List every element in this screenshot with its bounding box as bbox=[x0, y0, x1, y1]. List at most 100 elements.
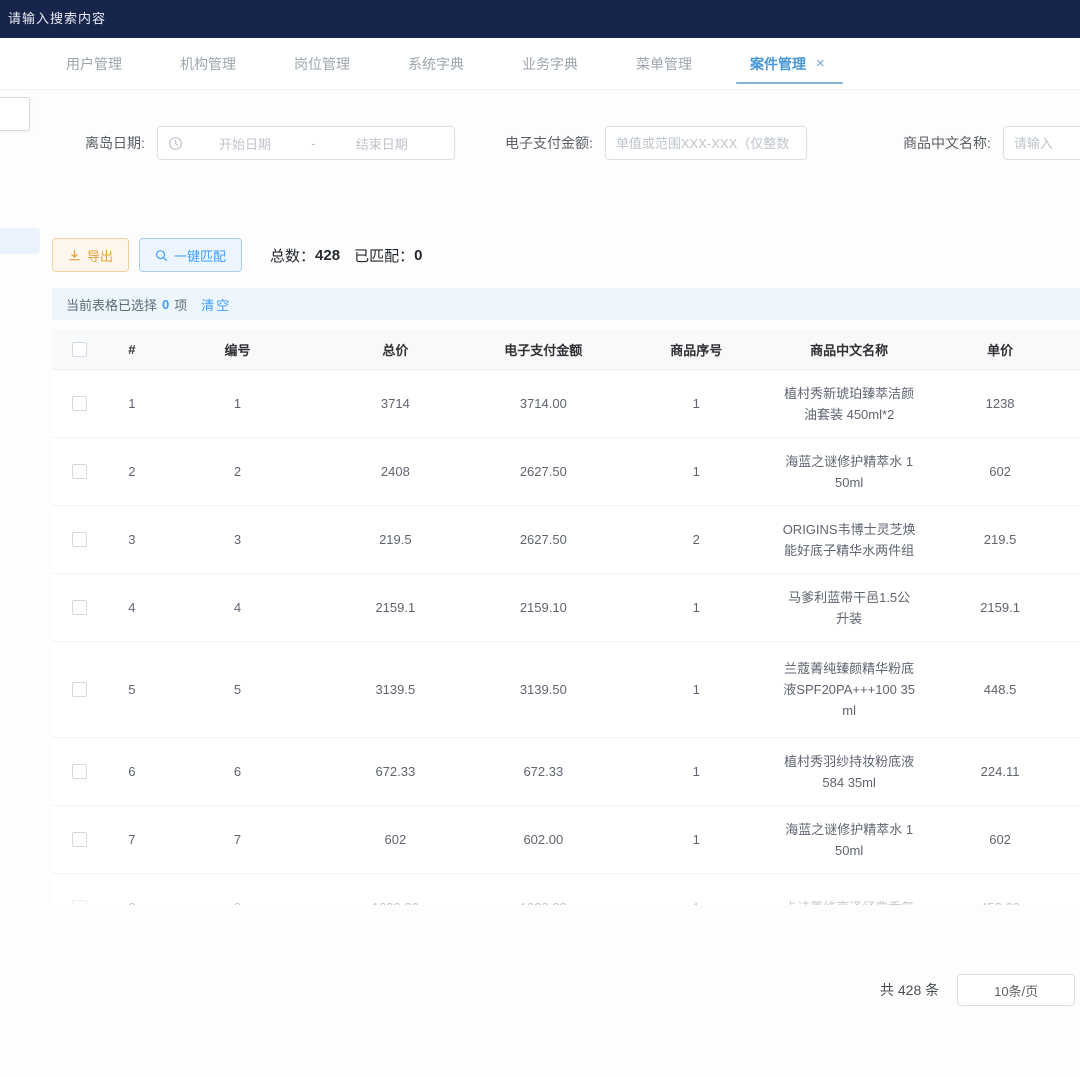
results-table: #编号总价电子支付金额商品序号商品中文名称单价 1137143714.001植村… bbox=[52, 330, 1080, 905]
cell-unit: 453.33 bbox=[920, 887, 1080, 905]
column-header-unit: 单价 bbox=[920, 340, 1080, 359]
tab-6[interactable]: 案件管理× bbox=[744, 38, 831, 90]
match-stats: 总数： 428 已匹配： 0 bbox=[270, 245, 422, 266]
end-date-placeholder[interactable]: 结束日期 bbox=[320, 134, 444, 153]
filter-row: 离岛日期: 开始日期 - 结束日期 电子支付金额: 商品中文名称: bbox=[0, 126, 1080, 166]
cell-seq: 1 bbox=[614, 887, 778, 905]
table-row: 33219.52627.502ORIGINS韦博士灵芝焕能好底子精华水两件组21… bbox=[52, 506, 1080, 574]
cell-seq: 1 bbox=[614, 751, 778, 792]
table-header-row: #编号总价电子支付金额商品序号商品中文名称单价 bbox=[52, 330, 1080, 370]
cell-unit: 219.5 bbox=[920, 519, 1080, 560]
cell-name: 海蓝之谜修护精萃水 150ml bbox=[778, 809, 920, 871]
export-button-label: 导出 bbox=[87, 246, 113, 265]
amount-filter-label: 电子支付金额: bbox=[505, 133, 593, 153]
cell-idx: 4 bbox=[107, 587, 156, 628]
cell-name: 马爹利蓝带干邑1.5公升装 bbox=[778, 577, 920, 639]
tab-label: 系统字典 bbox=[408, 54, 464, 74]
cell-idx: 8 bbox=[107, 887, 156, 905]
toolbar: 导出 一键匹配 总数： 428 已匹配： 0 bbox=[52, 238, 422, 272]
row-checkbox-cell bbox=[52, 764, 107, 779]
cell-unit: 448.5 bbox=[920, 669, 1080, 710]
cell-name: 海蓝之谜修护精萃水 150ml bbox=[778, 441, 920, 503]
cell-code: 4 bbox=[157, 587, 319, 628]
selection-prefix: 当前表格已选择 bbox=[66, 295, 157, 314]
clear-selection-link[interactable]: 清空 bbox=[201, 295, 231, 314]
row-checkbox[interactable] bbox=[72, 396, 87, 411]
cell-unit: 1238 bbox=[920, 383, 1080, 424]
cell-seq: 2 bbox=[614, 519, 778, 560]
date-separator: - bbox=[307, 136, 319, 151]
matched-value: 0 bbox=[414, 247, 422, 264]
cell-idx: 5 bbox=[107, 669, 156, 710]
cell-code: 5 bbox=[157, 669, 319, 710]
tab-0[interactable]: 用户管理 bbox=[60, 38, 128, 90]
cell-total: 3139.5 bbox=[318, 669, 472, 710]
clock-icon bbox=[168, 136, 183, 151]
column-header-seq: 商品序号 bbox=[614, 340, 778, 359]
table-row: 553139.53139.501兰蔻菁纯臻颜精华粉底液SPF20PA+++100… bbox=[52, 642, 1080, 738]
amount-input[interactable] bbox=[605, 126, 807, 160]
cell-name: 植村秀新琥珀臻萃洁颜油套装 450ml*2 bbox=[778, 373, 920, 435]
top-header-bar: 请输入搜索内容 bbox=[0, 0, 1080, 38]
select-all-checkbox[interactable] bbox=[72, 342, 87, 357]
tab-1[interactable]: 机构管理 bbox=[174, 38, 242, 90]
column-header-total: 总价 bbox=[318, 340, 472, 359]
tab-3[interactable]: 系统字典 bbox=[402, 38, 470, 90]
cell-epay: 3139.50 bbox=[472, 669, 614, 710]
match-button-label: 一键匹配 bbox=[174, 246, 226, 265]
product-name-filter-label: 商品中文名称: bbox=[903, 133, 991, 153]
clipped-left-highlight bbox=[0, 228, 40, 254]
cell-idx: 7 bbox=[107, 819, 156, 860]
cell-unit: 602 bbox=[920, 451, 1080, 492]
row-checkbox[interactable] bbox=[72, 682, 87, 697]
tab-close-icon[interactable]: × bbox=[816, 55, 825, 72]
cell-total: 2159.1 bbox=[318, 587, 472, 628]
cell-unit: 224.11 bbox=[920, 751, 1080, 792]
cell-epay: 1333.33 bbox=[472, 887, 614, 905]
row-checkbox-cell bbox=[52, 600, 107, 615]
row-checkbox-cell bbox=[52, 900, 107, 905]
tab-label: 用户管理 bbox=[66, 54, 122, 74]
header-checkbox-cell bbox=[52, 342, 107, 357]
tab-5[interactable]: 菜单管理 bbox=[630, 38, 698, 90]
row-checkbox[interactable] bbox=[72, 600, 87, 615]
row-checkbox[interactable] bbox=[72, 764, 87, 779]
pagination-total: 共 428 条 bbox=[880, 980, 939, 1000]
cell-epay: 672.33 bbox=[472, 751, 614, 792]
cell-idx: 2 bbox=[107, 451, 156, 492]
column-header-epay: 电子支付金额 bbox=[472, 340, 614, 359]
tab-label: 机构管理 bbox=[180, 54, 236, 74]
row-checkbox[interactable] bbox=[72, 532, 87, 547]
row-checkbox[interactable] bbox=[72, 464, 87, 479]
cell-epay: 2159.10 bbox=[472, 587, 614, 628]
table-row: 77602602.001海蓝之谜修护精萃水 150ml602 bbox=[52, 806, 1080, 874]
row-checkbox[interactable] bbox=[72, 900, 87, 905]
export-button[interactable]: 导出 bbox=[52, 238, 129, 272]
cell-code: 1 bbox=[157, 383, 319, 424]
matched-label: 已匹配： bbox=[354, 245, 414, 266]
table-row: 442159.12159.101马爹利蓝带干邑1.5公升装2159.1 bbox=[52, 574, 1080, 642]
cell-unit: 2159.1 bbox=[920, 587, 1080, 628]
tab-4[interactable]: 业务字典 bbox=[516, 38, 584, 90]
table-row: 66672.33672.331植村秀羽纱持妆粉底液 584 35ml224.11 bbox=[52, 738, 1080, 806]
cell-total: 1333.33 bbox=[318, 887, 472, 905]
product-name-input[interactable] bbox=[1003, 126, 1080, 160]
cell-total: 219.5 bbox=[318, 519, 472, 560]
cell-seq: 1 bbox=[614, 669, 778, 710]
date-range-picker[interactable]: 开始日期 - 结束日期 bbox=[157, 126, 455, 160]
tab-2[interactable]: 岗位管理 bbox=[288, 38, 356, 90]
cell-total: 2408 bbox=[318, 451, 472, 492]
cell-name: ORIGINS韦博士灵芝焕能好底子精华水两件组 bbox=[778, 509, 920, 571]
cell-idx: 3 bbox=[107, 519, 156, 560]
column-header-idx: # bbox=[107, 342, 156, 357]
selection-count: 0 bbox=[162, 297, 169, 312]
global-search-input[interactable]: 请输入搜索内容 bbox=[8, 8, 106, 27]
cell-epay: 602.00 bbox=[472, 819, 614, 860]
page-size-select[interactable]: 10条/页 bbox=[957, 974, 1075, 1006]
date-filter-label: 离岛日期: bbox=[85, 133, 145, 153]
table-body: 1137143714.001植村秀新琥珀臻萃洁颜油套装 450ml*212382… bbox=[52, 370, 1080, 905]
one-click-match-button[interactable]: 一键匹配 bbox=[139, 238, 242, 272]
row-checkbox[interactable] bbox=[72, 832, 87, 847]
cell-seq: 1 bbox=[614, 587, 778, 628]
start-date-placeholder[interactable]: 开始日期 bbox=[183, 134, 307, 153]
